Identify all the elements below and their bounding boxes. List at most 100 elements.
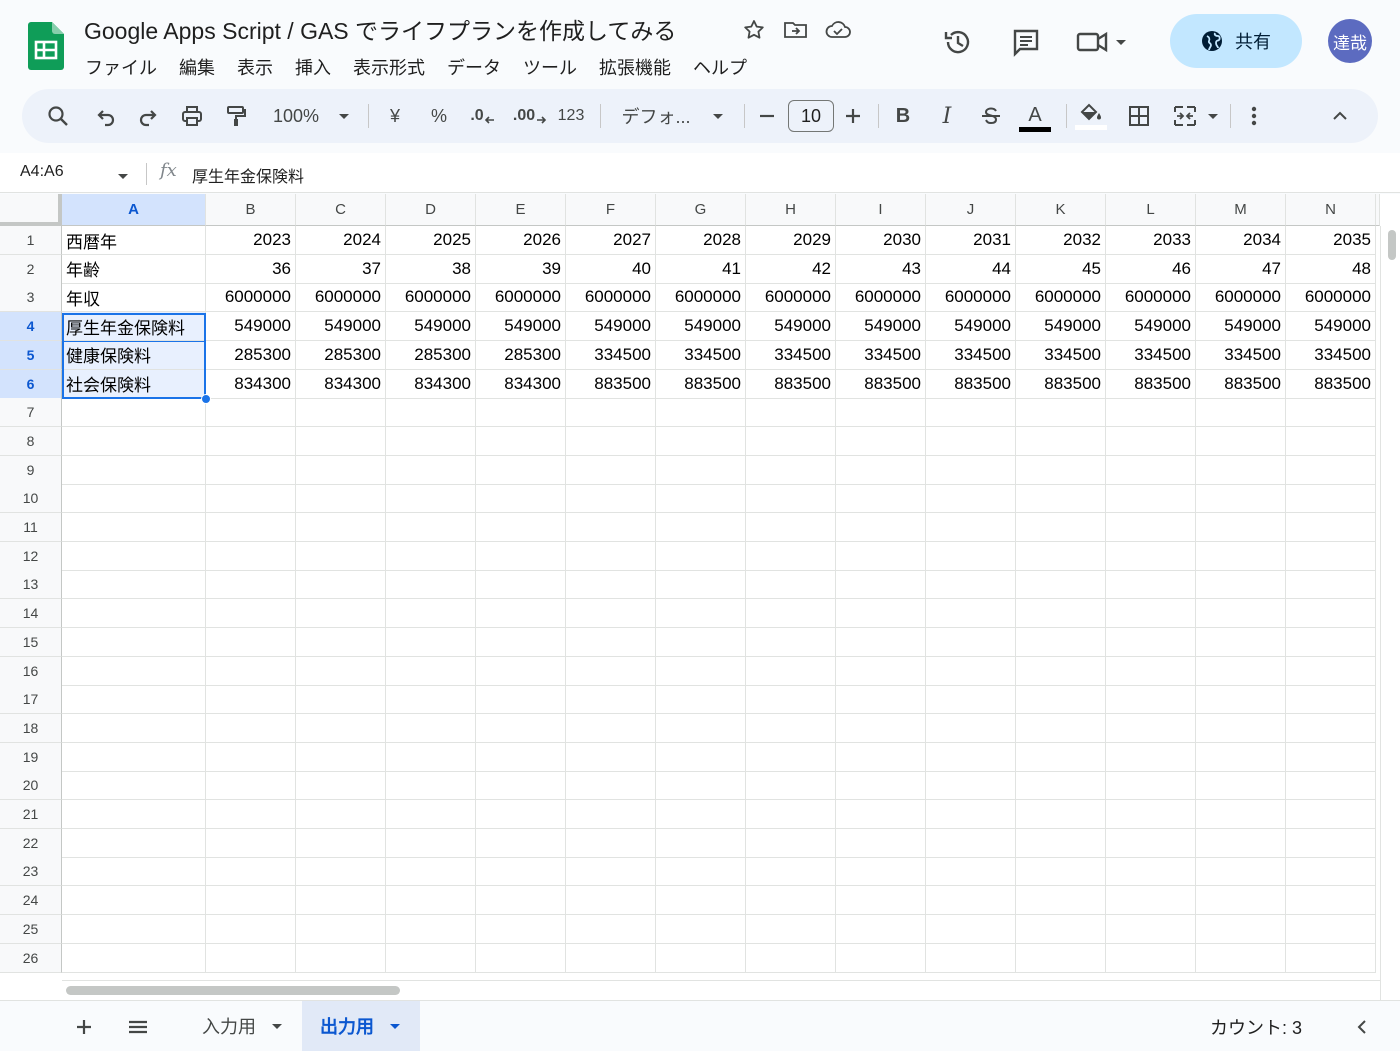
cell-i8[interactable] (836, 426, 926, 456)
cell-m19[interactable] (1196, 742, 1286, 772)
cell-d23[interactable] (386, 857, 476, 887)
cell-f15[interactable] (566, 627, 656, 657)
cell-a5[interactable]: 健康保険料 (62, 340, 206, 370)
cell-a10[interactable] (62, 484, 206, 514)
cell-n10[interactable] (1286, 484, 1376, 514)
cell-a24[interactable] (62, 886, 206, 916)
currency-format-button[interactable]: ¥ (380, 89, 410, 143)
menu-file[interactable]: ファイル (74, 52, 168, 82)
cell-c7[interactable] (296, 398, 386, 428)
cell-b1[interactable]: 2023 (206, 226, 296, 255)
cell-i15[interactable] (836, 627, 926, 657)
cell-e23[interactable] (476, 857, 566, 887)
cell-a11[interactable] (62, 513, 206, 542)
decrease-decimal-button[interactable]: .0 (466, 89, 500, 143)
row-header-12[interactable]: 12 (0, 541, 62, 571)
cell-a22[interactable] (62, 828, 206, 858)
cell-g25[interactable] (656, 914, 746, 944)
cell-h2[interactable]: 42 (746, 254, 836, 284)
cell-b16[interactable] (206, 656, 296, 686)
cell-a12[interactable] (62, 541, 206, 571)
cell-j1[interactable]: 2031 (926, 226, 1016, 255)
cell-l16[interactable] (1106, 656, 1196, 686)
column-header-h[interactable]: H (746, 194, 836, 226)
cell-i17[interactable] (836, 685, 926, 715)
cell-a26[interactable] (62, 943, 206, 973)
cell-n17[interactable] (1286, 685, 1376, 715)
cell-b7[interactable] (206, 398, 296, 428)
cell-k2[interactable]: 45 (1016, 254, 1106, 284)
search-menus-icon[interactable] (40, 89, 76, 143)
cell-b5[interactable]: 285300 (206, 340, 296, 370)
cell-f12[interactable] (566, 541, 656, 571)
increase-font-size-icon[interactable] (840, 89, 866, 143)
row-header-7[interactable]: 7 (0, 398, 62, 428)
cell-j17[interactable] (926, 685, 1016, 715)
cell-b12[interactable] (206, 541, 296, 571)
vertical-scrollbar[interactable] (1380, 226, 1400, 1000)
cell-d19[interactable] (386, 742, 476, 772)
row-header-22[interactable]: 22 (0, 828, 62, 858)
cell-g19[interactable] (656, 742, 746, 772)
cell-n6[interactable]: 883500 (1286, 369, 1376, 399)
cell-m2[interactable]: 47 (1196, 254, 1286, 284)
cell-j13[interactable] (926, 570, 1016, 600)
cell-a21[interactable] (62, 800, 206, 829)
cell-i7[interactable] (836, 398, 926, 428)
cell-l17[interactable] (1106, 685, 1196, 715)
cell-e1[interactable]: 2026 (476, 226, 566, 255)
cell-m12[interactable] (1196, 541, 1286, 571)
cell-j12[interactable] (926, 541, 1016, 571)
cell-d1[interactable]: 2025 (386, 226, 476, 255)
row-header-10[interactable]: 10 (0, 484, 62, 514)
cell-d16[interactable] (386, 656, 476, 686)
cell-k21[interactable] (1016, 800, 1106, 829)
cell-h20[interactable] (746, 771, 836, 801)
cell-k18[interactable] (1016, 713, 1106, 743)
cell-i23[interactable] (836, 857, 926, 887)
cell-l26[interactable] (1106, 943, 1196, 973)
zoom-dropdown-icon[interactable] (332, 89, 356, 143)
cloud-saved-icon[interactable] (824, 16, 852, 44)
cell-c20[interactable] (296, 771, 386, 801)
row-header-6[interactable]: 6 (0, 369, 62, 399)
cell-g23[interactable] (656, 857, 746, 887)
cell-h18[interactable] (746, 713, 836, 743)
cell-k14[interactable] (1016, 599, 1106, 629)
merge-cells-icon[interactable] (1168, 89, 1202, 143)
horizontal-scroll-thumb[interactable] (66, 986, 400, 995)
column-header-d[interactable]: D (386, 194, 476, 226)
cell-g4[interactable]: 549000 (656, 312, 746, 342)
paint-format-icon[interactable] (218, 89, 254, 143)
cell-i3[interactable]: 6000000 (836, 283, 926, 313)
cell-d22[interactable] (386, 828, 476, 858)
name-box-dropdown-icon[interactable] (116, 169, 130, 187)
cell-n11[interactable] (1286, 513, 1376, 542)
cell-k1[interactable]: 2032 (1016, 226, 1106, 255)
column-header-a[interactable]: A (62, 194, 206, 226)
zoom-value[interactable]: 100% (266, 89, 326, 143)
cell-l22[interactable] (1106, 828, 1196, 858)
cell-g22[interactable] (656, 828, 746, 858)
cell-n25[interactable] (1286, 914, 1376, 944)
cell-f21[interactable] (566, 800, 656, 829)
cell-e17[interactable] (476, 685, 566, 715)
row-header-11[interactable]: 11 (0, 513, 62, 542)
strikethrough-icon[interactable] (976, 89, 1006, 143)
cell-f11[interactable] (566, 513, 656, 542)
cell-d26[interactable] (386, 943, 476, 973)
cell-j8[interactable] (926, 426, 1016, 456)
row-header-25[interactable]: 25 (0, 914, 62, 944)
cell-d15[interactable] (386, 627, 476, 657)
cell-a20[interactable] (62, 771, 206, 801)
cell-e21[interactable] (476, 800, 566, 829)
cell-b8[interactable] (206, 426, 296, 456)
menu-format[interactable]: 表示形式 (342, 52, 436, 82)
percent-format-button[interactable]: % (424, 89, 454, 143)
cell-k5[interactable]: 334500 (1016, 340, 1106, 370)
cell-l21[interactable] (1106, 800, 1196, 829)
cell-d3[interactable]: 6000000 (386, 283, 476, 313)
cell-l15[interactable] (1106, 627, 1196, 657)
cell-e22[interactable] (476, 828, 566, 858)
cell-c15[interactable] (296, 627, 386, 657)
